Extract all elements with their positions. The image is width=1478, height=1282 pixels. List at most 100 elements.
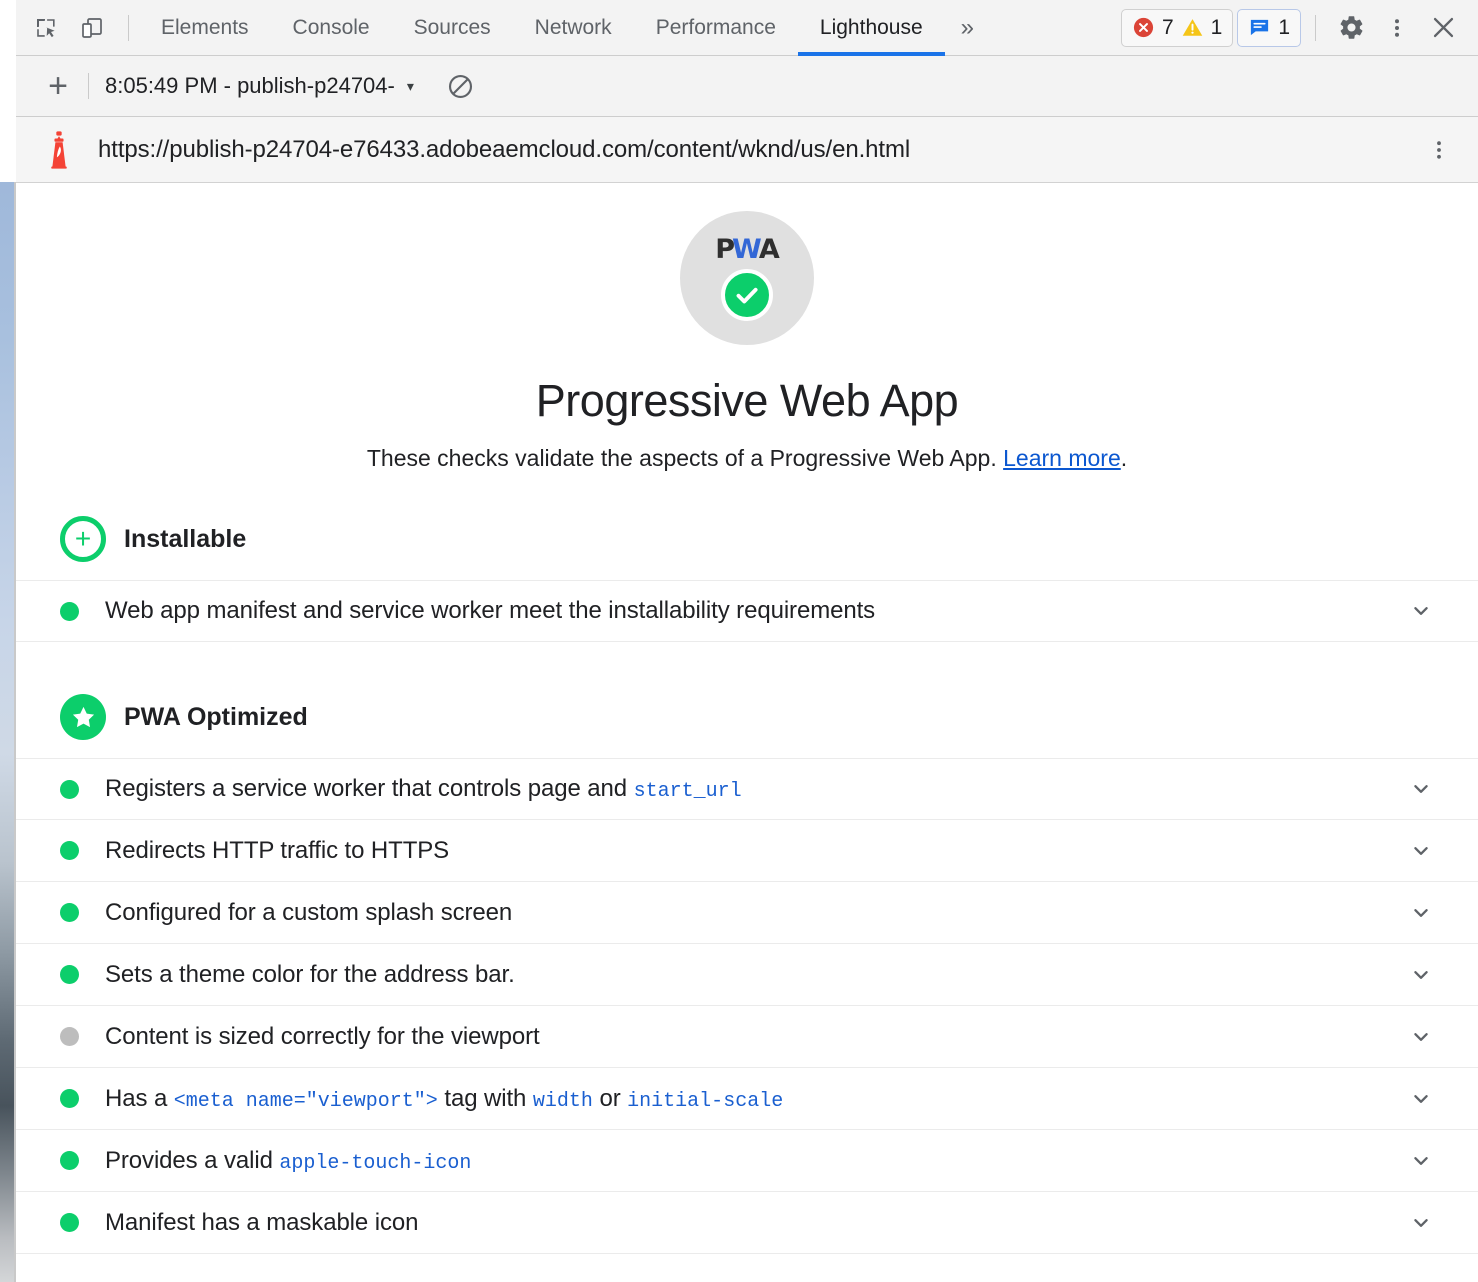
more-tabs-label: » [961,14,974,42]
chevron-down-icon[interactable] [1408,776,1434,802]
chevron-down-icon[interactable] [1408,900,1434,926]
more-options-icon[interactable] [1376,7,1418,49]
audit-title: Content is sized correctly for the viewp… [105,1023,540,1051]
chevron-down-icon[interactable] [1408,598,1434,624]
audit-title-text: Configured for a custom splash screen [105,899,512,926]
audit-status-dot-pass [60,1151,79,1170]
close-icon[interactable] [1422,7,1464,49]
lighthouse-icon [42,130,76,170]
audit-row[interactable]: Content is sized correctly for the viewp… [16,1006,1478,1068]
learn-more-link[interactable]: Learn more [1003,445,1121,471]
audit-row[interactable]: Registers a service worker that controls… [16,758,1478,820]
audit-row[interactable]: Has a <meta name="viewport"> tag with wi… [16,1068,1478,1130]
audit-status-dot-pass [60,602,79,621]
audit-status-dot-pass [60,1213,79,1232]
gear-icon[interactable] [1330,7,1372,49]
audit-title: Manifest has a maskable icon [105,1209,418,1237]
audit-title: Registers a service worker that controls… [105,775,742,803]
report-select-value: 8:05:49 PM - publish-p24704- [105,73,395,99]
message-icon [1248,16,1271,39]
report-description: These checks validate the aspects of a P… [16,445,1478,472]
tab-console-label: Console [293,16,370,40]
new-report-button[interactable]: + [38,66,78,106]
chevron-down-icon[interactable] [1408,962,1434,988]
message-count: 1 [1278,16,1290,40]
report-more-options-icon[interactable] [1420,131,1458,169]
audit-title-text: Content is sized correctly for the viewp… [105,1023,540,1050]
chevron-down-icon[interactable] [1408,838,1434,864]
more-tabs-icon[interactable]: » [945,0,990,56]
chevron-down-icon[interactable] [1408,1210,1434,1236]
page-title: Progressive Web App [16,375,1478,427]
tab-sources-label: Sources [414,16,491,40]
tab-performance-label: Performance [656,16,776,40]
toolbar-divider-right [1315,15,1316,41]
messages-badge-group[interactable]: 1 [1237,9,1301,47]
tab-lighthouse-label: Lighthouse [820,16,923,40]
audit-status-dot-pass [60,965,79,984]
audit-list-pwa-optimized: Registers a service worker that controls… [16,758,1478,1254]
section-header-installable: + Installable [16,512,1478,566]
new-report-label: + [48,69,68,103]
inspect-element-icon[interactable] [26,8,66,48]
runbar-divider [88,73,89,99]
issues-badge-group[interactable]: 7 1 [1121,9,1233,47]
pwa-logo-a: A [759,236,779,263]
audit-code-token: start_url [634,780,742,803]
tab-elements[interactable]: Elements [139,0,271,56]
pwa-pass-checkmark-icon [721,269,773,321]
audit-title-text: Provides a valid [105,1147,279,1174]
pwa-logo-w: W [732,236,761,263]
chevron-down-icon[interactable] [1408,1086,1434,1112]
audit-row[interactable]: Sets a theme color for the address bar. [16,944,1478,1006]
lighthouse-report: PWA Progressive Web App These checks val… [16,183,1478,1282]
audit-title: Has a <meta name="viewport"> tag with wi… [105,1085,783,1113]
audit-row[interactable]: Provides a valid apple-touch-icon [16,1130,1478,1192]
error-count: 7 [1162,16,1174,40]
report-url-bar: https://publish-p24704-e76433.adobeaemcl… [16,117,1478,183]
plus-circle-icon: + [60,516,106,562]
report-select[interactable]: 8:05:49 PM - publish-p24704- ▾ [99,69,420,103]
devtools-window: Elements Console Sources Network Perform… [0,0,1478,1282]
device-toolbar-icon[interactable] [72,8,112,48]
audit-code-token: apple-touch-icon [279,1152,471,1175]
report-description-text: These checks validate the aspects of a P… [367,445,1003,471]
tab-console[interactable]: Console [271,0,392,56]
tab-sources[interactable]: Sources [392,0,513,56]
devtools-tool-buttons [16,8,139,48]
audit-status-dot-pass [60,1089,79,1108]
error-icon [1132,16,1155,39]
audit-title-text: Manifest has a maskable icon [105,1209,418,1236]
clear-reports-icon[interactable] [442,67,480,105]
underlying-page-sliver [0,182,14,1282]
star-circle-icon [60,694,106,740]
audit-status-dot-pass [60,903,79,922]
audit-row[interactable]: Manifest has a maskable icon [16,1192,1478,1254]
report-description-end: . [1121,445,1127,471]
tab-network-label: Network [535,16,612,40]
tab-performance[interactable]: Performance [634,0,798,56]
chevron-down-icon[interactable] [1408,1148,1434,1174]
pwa-gauge: PWA [680,211,814,345]
audit-title-text: Redirects HTTP traffic to HTTPS [105,837,449,864]
audit-title-text: tag with [438,1085,533,1112]
tab-elements-label: Elements [161,16,249,40]
audit-title: Web app manifest and service worker meet… [105,597,875,625]
audit-title: Configured for a custom splash screen [105,899,512,927]
devtools-tabbar-right: 7 1 1 [1121,7,1478,49]
audit-row[interactable]: Configured for a custom splash screen [16,882,1478,944]
audit-list-installable: Web app manifest and service worker meet… [16,580,1478,642]
audit-code-token: width [533,1090,593,1113]
section-title-installable: Installable [124,525,246,554]
tab-lighthouse[interactable]: Lighthouse [798,0,945,56]
warning-count: 1 [1211,16,1223,40]
tab-network[interactable]: Network [513,0,634,56]
pwa-gauge-wrap: PWA [16,211,1478,345]
audit-title-text: Sets a theme color for the address bar. [105,961,515,988]
audit-code-token: <meta name="viewport"> [174,1090,438,1113]
audit-row[interactable]: Redirects HTTP traffic to HTTPS [16,820,1478,882]
audit-title: Redirects HTTP traffic to HTTPS [105,837,449,865]
audit-row[interactable]: Web app manifest and service worker meet… [16,580,1478,642]
chevron-down-icon: ▾ [407,78,414,95]
chevron-down-icon[interactable] [1408,1024,1434,1050]
